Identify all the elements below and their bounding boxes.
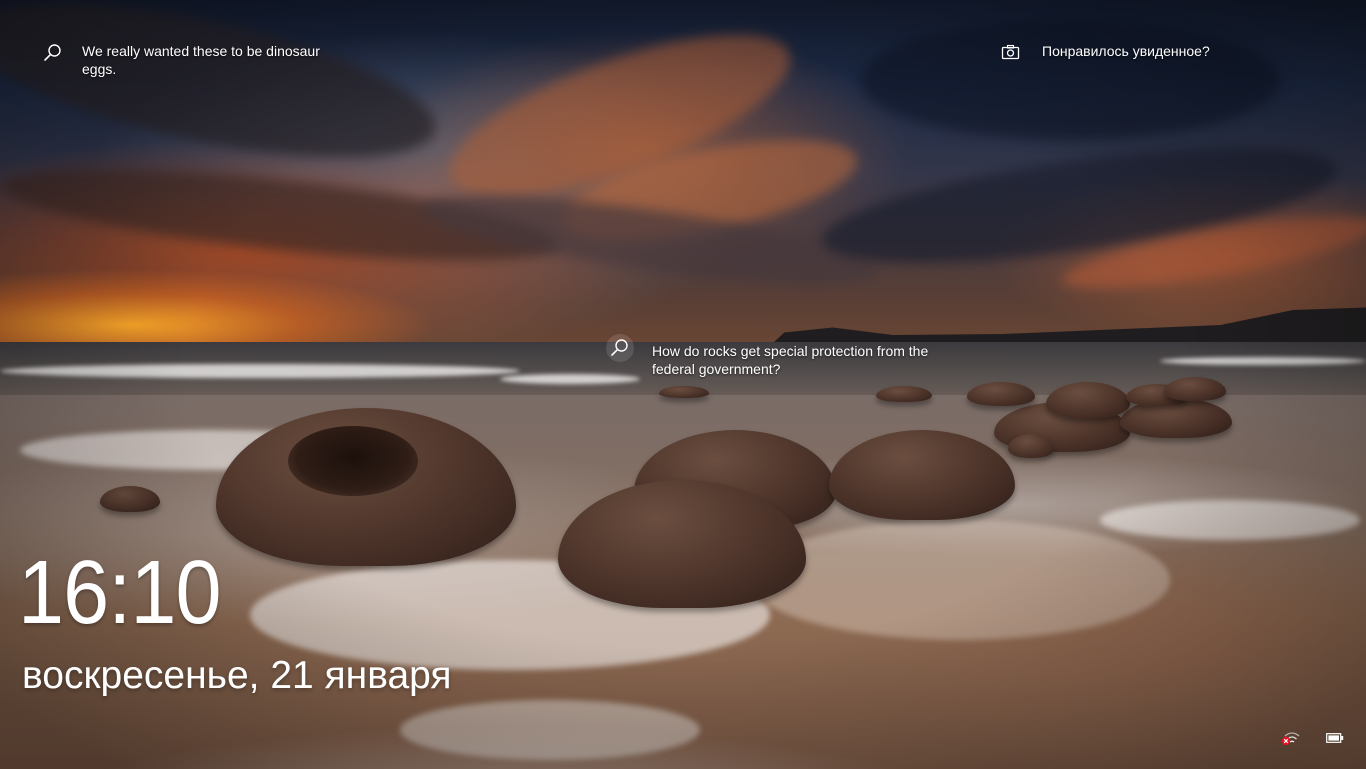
- camera-icon: [1000, 42, 1022, 64]
- battery-icon: [1326, 731, 1344, 743]
- boulder: [876, 386, 932, 402]
- lock-screen-time: 16:10: [18, 543, 222, 643]
- boulder: [659, 386, 709, 398]
- hotspot-text: How do rocks get special protection from…: [652, 343, 929, 377]
- search-icon: [42, 42, 64, 64]
- boulder: [100, 486, 160, 512]
- hotspot-text: We really wanted these to be dinosaur eg…: [82, 43, 320, 77]
- boulder: [1164, 377, 1226, 401]
- boulder: [1008, 434, 1054, 458]
- lock-screen-date: воскресенье, 21 января: [22, 654, 452, 697]
- boulder: [1046, 382, 1130, 418]
- boulder: [967, 382, 1035, 406]
- search-icon: [606, 334, 634, 362]
- lock-screen[interactable]: We really wanted these to be dinosaur eg…: [0, 0, 1366, 769]
- spotlight-hotspot-dinosaur-eggs[interactable]: We really wanted these to be dinosaur eg…: [42, 42, 362, 78]
- feedback-text: Понравилось увиденное?: [1042, 43, 1210, 59]
- spotlight-hotspot-rocks-protection[interactable]: How do rocks get special protection from…: [606, 334, 936, 378]
- like-what-you-see-prompt[interactable]: Понравилось увиденное?: [1000, 42, 1250, 64]
- network-disconnected-icon: [1281, 729, 1301, 747]
